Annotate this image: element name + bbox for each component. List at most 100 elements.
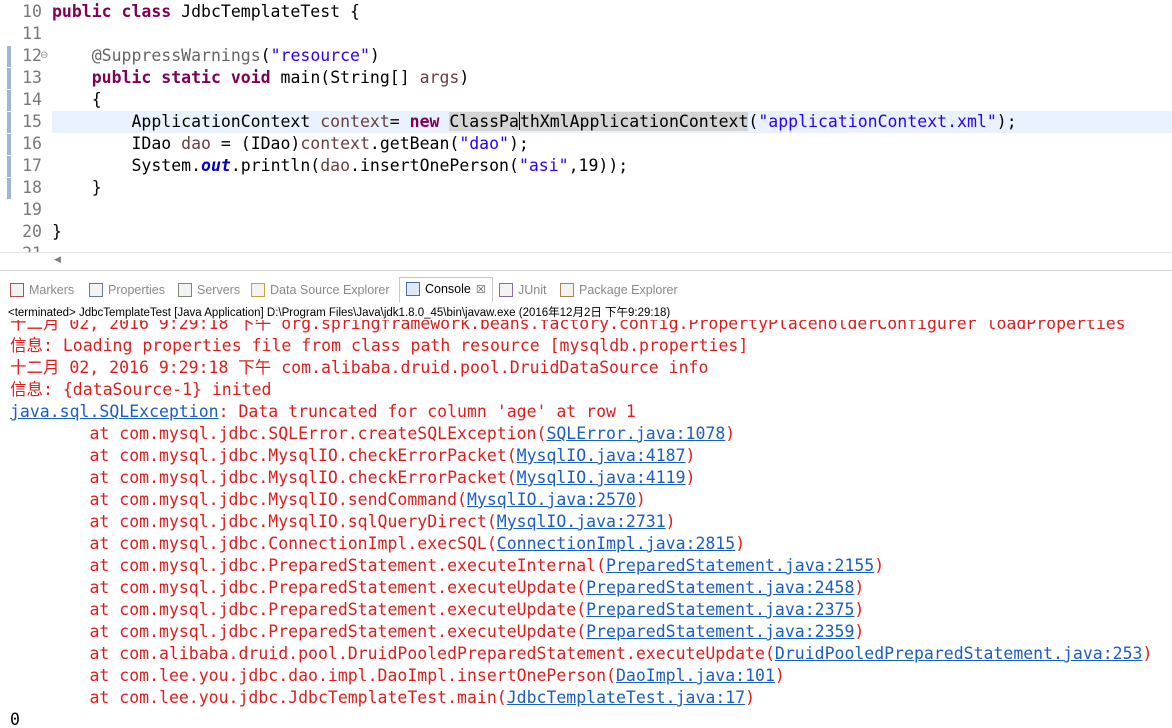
code-text: IDao dao = (IDao)context.getBean("dao"); xyxy=(52,133,529,155)
console-output[interactable]: 十二月 02, 2016 9:29:18 下午 org.springframew… xyxy=(0,320,1172,728)
console-line: at com.mysql.jdbc.PreparedStatement.exec… xyxy=(10,577,864,599)
code-text: @SuppressWarnings("resource") xyxy=(52,45,380,67)
code-token: thXmlApplicationContext xyxy=(519,112,749,131)
code-token: "asi" xyxy=(518,156,569,175)
tab-label: Data Source Explorer xyxy=(270,283,390,297)
console-line: 信息: {dataSource-1} inited xyxy=(10,379,271,401)
code-token: .getBean( xyxy=(369,134,460,153)
stack-trace-link[interactable]: java.sql.SQLException xyxy=(10,402,219,421)
properties-icon xyxy=(89,283,103,297)
console-line: at com.mysql.jdbc.ConnectionImpl.execSQL… xyxy=(10,533,745,555)
stack-trace-link[interactable]: MysqlIO.java:2570 xyxy=(467,490,636,509)
console-text: 十二月 02, 2016 9:29:18 下午 org.springframew… xyxy=(10,320,1126,333)
console-line: at com.mysql.jdbc.MysqlIO.checkErrorPack… xyxy=(10,445,695,467)
fold-toggle-icon[interactable]: ⊖ xyxy=(40,49,48,63)
stack-trace-link[interactable]: PreparedStatement.java:2458 xyxy=(586,578,854,597)
console-text: at com.mysql.jdbc.MysqlIO.checkErrorPack… xyxy=(10,468,517,487)
console-line: at com.mysql.jdbc.MysqlIO.sendCommand(My… xyxy=(10,489,645,511)
tab-properties[interactable]: Properties xyxy=(89,279,165,301)
close-icon[interactable]: ☒ xyxy=(476,284,486,296)
console-text: 十二月 02, 2016 9:29:18 下午 com.alibaba.drui… xyxy=(10,358,709,377)
code-text: public static void main(String[] args) xyxy=(52,67,470,89)
tab-label: Markers xyxy=(29,283,75,297)
code-token: IDao xyxy=(52,134,182,153)
code-token: .println( xyxy=(230,156,321,175)
code-token: ( xyxy=(260,46,271,65)
stack-trace-link[interactable]: MysqlIO.java:4119 xyxy=(517,468,686,487)
code-line[interactable]: 19 xyxy=(0,199,1172,221)
code-line[interactable]: 21 xyxy=(0,243,1172,252)
code-editor[interactable]: 10 public class JdbcTemplateTest {11 12 ⊖ @… xyxy=(0,0,1172,252)
code-line[interactable]: 18 } xyxy=(0,177,1172,199)
stack-trace-link[interactable]: DruidPooledPreparedStatement.java:253 xyxy=(775,644,1143,663)
tab-label: Package Explorer xyxy=(579,283,678,297)
stack-trace-link[interactable]: PreparedStatement.java:2375 xyxy=(586,600,854,619)
stack-trace-link[interactable]: ConnectionImpl.java:2815 xyxy=(497,534,735,553)
console-process-status: <terminated> JdbcTemplateTest [Java Appl… xyxy=(8,307,671,319)
code-token: context xyxy=(320,112,390,131)
code-line[interactable]: 12 ⊖ @SuppressWarnings("resource") xyxy=(0,45,1172,67)
console-text: ) xyxy=(854,622,865,641)
console-text: at com.mysql.jdbc.PreparedStatement.exec… xyxy=(10,578,587,597)
console-text: at com.mysql.jdbc.PreparedStatement.exec… xyxy=(10,622,587,641)
console-line: at com.lee.you.jdbc.JdbcTemplateTest.mai… xyxy=(10,687,755,709)
stack-trace-link[interactable]: PreparedStatement.java:2155 xyxy=(606,556,874,575)
code-token: } xyxy=(52,222,62,241)
code-line[interactable]: 11 xyxy=(0,23,1172,45)
code-line[interactable]: 17 System.out.println(dao.insertOnePerso… xyxy=(0,155,1172,177)
console-text: at com.mysql.jdbc.MysqlIO.sendCommand( xyxy=(10,490,467,509)
code-text: } xyxy=(52,221,62,243)
code-line[interactable]: 13 public static void main(String[] args… xyxy=(0,67,1172,89)
console-line: java.sql.SQLException: Data truncated fo… xyxy=(10,401,636,423)
code-token: class xyxy=(121,2,172,21)
console-text: ) xyxy=(1142,644,1153,663)
code-token: System. xyxy=(52,156,202,175)
tab-label: Console xyxy=(425,282,471,296)
code-token: ( xyxy=(748,112,759,131)
console-line: 信息: Loading properties file from class p… xyxy=(10,335,748,357)
code-token: new xyxy=(409,112,440,131)
console-line: at com.mysql.jdbc.PreparedStatement.exec… xyxy=(10,621,864,643)
code-line[interactable]: 14 { xyxy=(0,89,1172,111)
code-line[interactable]: 20} xyxy=(0,221,1172,243)
stack-trace-link[interactable]: DaoImpl.java:101 xyxy=(616,666,775,685)
tab-package-explorer[interactable]: Package Explorer xyxy=(560,279,678,301)
code-token: @SuppressWarnings xyxy=(91,46,261,65)
line-number: 17 xyxy=(22,156,42,175)
scroll-left-arrow-icon[interactable]: ◀ xyxy=(54,255,61,265)
code-line[interactable]: 16 IDao dao = (IDao)context.getBean("dao… xyxy=(0,133,1172,155)
code-token: ); xyxy=(508,134,529,153)
stack-trace-link[interactable]: PreparedStatement.java:2359 xyxy=(586,622,854,641)
line-number: 20 xyxy=(22,222,42,241)
tab-console[interactable]: Console ☒ xyxy=(399,277,493,302)
line-number: 16 xyxy=(22,134,42,153)
stack-trace-link[interactable]: MysqlIO.java:4187 xyxy=(517,446,686,465)
code-text: System.out.println(dao.insertOnePerson("… xyxy=(52,155,628,177)
console-text: ) xyxy=(874,556,885,575)
tab-data-source-explorer[interactable]: Data Source Explorer xyxy=(251,279,390,301)
console-line: at com.mysql.jdbc.PreparedStatement.exec… xyxy=(10,599,864,621)
tab-markers[interactable]: Markers xyxy=(10,279,74,301)
console-text: ) xyxy=(745,688,756,707)
tab-junit[interactable]: JUnit xyxy=(499,279,546,301)
code-line[interactable]: 10 public class JdbcTemplateTest { xyxy=(0,1,1172,23)
line-number: 21 xyxy=(10,243,42,252)
stack-trace-link[interactable]: SQLError.java:1078 xyxy=(546,424,725,443)
console-text: ) xyxy=(685,446,696,465)
console-text: ) xyxy=(774,666,785,685)
code-token: dao xyxy=(181,134,211,153)
stack-trace-link[interactable]: JdbcTemplateTest.java:17 xyxy=(507,688,745,707)
code-token: public xyxy=(91,68,152,87)
code-token: ) xyxy=(369,46,380,65)
console-line: 十二月 02, 2016 9:29:18 下午 org.springframew… xyxy=(10,320,1126,335)
tab-servers[interactable]: Servers xyxy=(178,279,240,301)
stack-trace-link[interactable]: MysqlIO.java:2731 xyxy=(497,512,666,531)
console-icon xyxy=(406,282,420,296)
code-token: .insertOnePerson( xyxy=(350,156,519,175)
code-line[interactable]: 15 ApplicationContext context= new Class… xyxy=(0,111,1172,133)
editor-horizontal-scrollbar[interactable]: ◀ xyxy=(0,252,1172,268)
